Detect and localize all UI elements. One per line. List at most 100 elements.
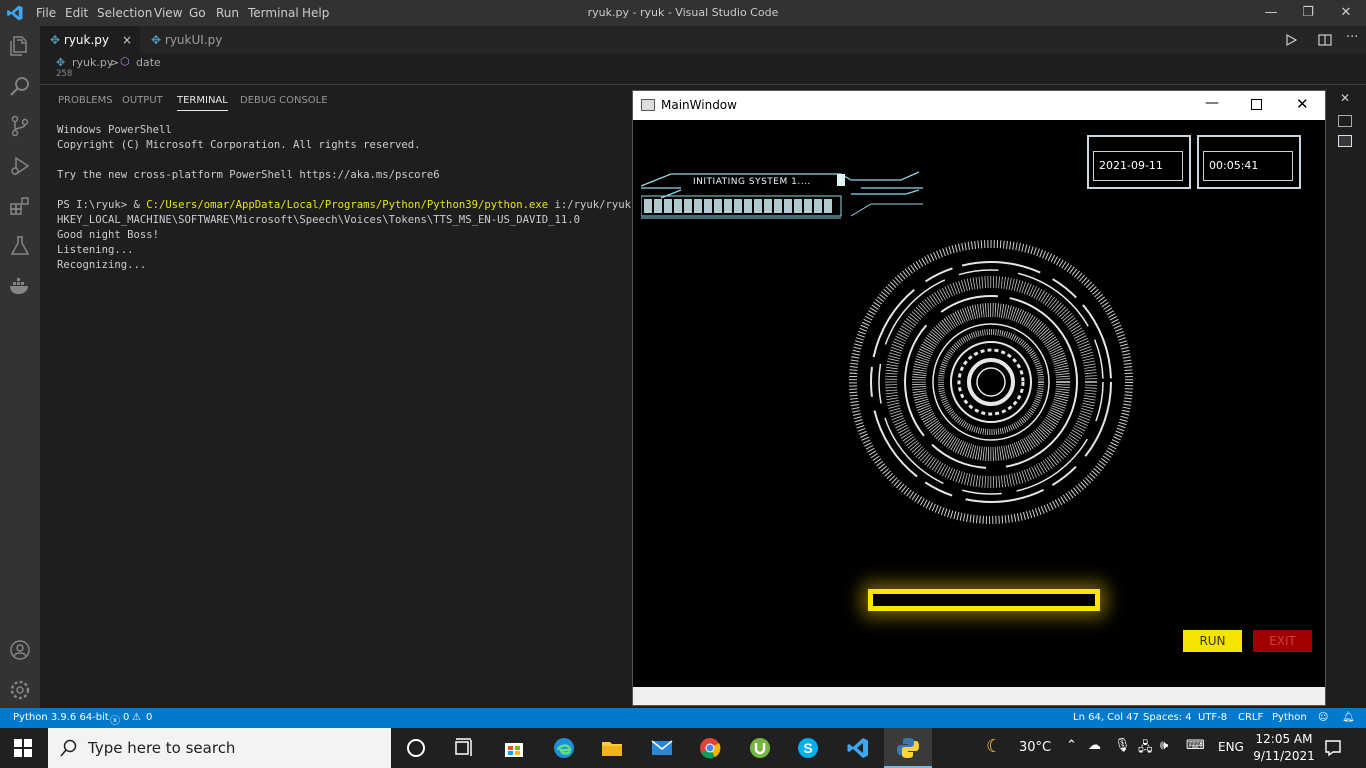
utorrent-icon[interactable] <box>748 736 772 760</box>
file-explorer-icon[interactable] <box>600 736 624 760</box>
terminal-line: Copyright (C) Microsoft Corporation. All… <box>57 139 421 151</box>
python-file-icon: ✥ <box>56 56 66 69</box>
main-window-titlebar: MainWindow — ✕ <box>633 91 1325 120</box>
mw-minimize-button[interactable]: — <box>1205 95 1219 111</box>
weather-moon-icon[interactable]: ☾ <box>986 736 1002 757</box>
onedrive-cloud-icon[interactable]: ☁ <box>1088 738 1101 753</box>
vscode-icon[interactable] <box>846 736 870 760</box>
line-number: 258 <box>56 69 73 79</box>
more-actions-icon[interactable]: ··· <box>1346 30 1358 45</box>
warning-icon[interactable]: ⚠ <box>132 712 141 723</box>
python-file-icon: ✥ <box>151 33 162 47</box>
skype-icon[interactable]: S <box>796 736 820 760</box>
mw-maximize-button[interactable] <box>1251 99 1262 110</box>
clock-date: 9/11/2021 <box>1253 749 1315 763</box>
manage-gear-icon[interactable] <box>8 678 32 702</box>
search-icon[interactable] <box>8 74 32 98</box>
python-file-icon: ✥ <box>50 33 61 47</box>
mail-icon[interactable] <box>650 736 674 760</box>
terminal-instance-icon[interactable] <box>1338 135 1352 147</box>
chrome-icon[interactable] <box>698 736 722 760</box>
warning-count[interactable]: 0 <box>146 712 152 723</box>
testing-icon[interactable] <box>8 234 32 258</box>
run-debug-icon[interactable] <box>8 154 32 178</box>
time-display: 00:05:41 <box>1203 151 1293 181</box>
notifications-bell-icon[interactable]: 🔔︎ <box>1342 712 1355 723</box>
system-clock[interactable]: 12:05 AM 9/11/2021 <box>1252 731 1316 765</box>
terminal-prompt: PS I:\ryuk> & <box>57 199 147 211</box>
breadcrumb-symbol[interactable]: date <box>136 56 161 69</box>
tab-ryuk-py[interactable]: ✥ ryuk.py × <box>40 26 140 54</box>
mw-close-button[interactable]: ✕ <box>1296 95 1309 113</box>
breadcrumb-file[interactable]: ryuk.py <box>72 56 113 69</box>
breadcrumb: ✥ ryuk.py > ⬡ date <box>40 54 1366 74</box>
line-ending[interactable]: CRLF <box>1238 712 1263 723</box>
cursor-position[interactable]: Ln 64, Col 47 <box>1073 712 1139 723</box>
symbol-icon: ⬡ <box>120 55 130 68</box>
tab-output[interactable]: OUTPUT <box>122 95 163 106</box>
chevron-up-icon[interactable]: ⌃ <box>1066 738 1077 753</box>
indentation[interactable]: Spaces: 4 <box>1143 712 1192 723</box>
main-window-content: INITIATING SYSTEM 1.... 2021-09-11 00:05… <box>633 120 1325 687</box>
taskbar-search-box[interactable]: Type here to search <box>48 728 391 768</box>
terminal-output[interactable]: Windows PowerShell Copyright (C) Microsof… <box>57 123 650 273</box>
input-language[interactable]: ENG <box>1218 740 1244 754</box>
exit-button[interactable]: EXIT <box>1253 630 1312 652</box>
run-button[interactable]: RUN <box>1183 630 1242 652</box>
split-editor-icon[interactable] <box>1318 33 1332 47</box>
feedback-icon[interactable]: ☺ <box>1318 712 1328 723</box>
python-interpreter[interactable]: Python 3.9.6 64-bit <box>13 712 109 723</box>
close-panel-icon[interactable]: ✕ <box>1340 91 1350 105</box>
weather-temperature[interactable]: 30°C <box>1019 740 1051 755</box>
tab-label: ryukUI.py <box>164 33 223 47</box>
main-window-statusbar <box>633 687 1325 705</box>
tab-terminal[interactable]: TERMINAL <box>177 95 228 111</box>
edge-icon[interactable] <box>552 736 576 760</box>
app-window-icon <box>641 99 655 111</box>
search-icon <box>60 739 77 757</box>
status-bar: Python 3.9.6 64-bit ⓧ 0 ⚠ 0 Ln 64, Col 4… <box>0 708 1366 728</box>
tab-ryukui-py[interactable]: ✥ ryukUI.py <box>141 26 241 54</box>
main-window: MainWindow — ✕ INITIATING SYSTEM 1.... 2… <box>632 90 1326 706</box>
tab-problems[interactable]: PROBLEMS <box>58 95 113 106</box>
taskbar: Type here to search S ☾ 30°C ⌃ ☁ 🎙︎ 🖧 🕪 … <box>0 728 1366 768</box>
terminal-line: Try the new cross-platform PowerShell ht… <box>57 169 440 181</box>
error-count[interactable]: 0 <box>123 712 129 723</box>
terminal-instance-icon[interactable] <box>1338 115 1352 127</box>
error-icon[interactable]: ⓧ <box>110 712 120 727</box>
terminal-command-line: PS I:\ryuk> & C:/Users/omar/AppData/Loca… <box>57 198 650 213</box>
terminal-line: HKEY_LOCAL_MACHINE\SOFTWARE\Microsoft\Sp… <box>57 214 580 226</box>
language-mode[interactable]: Python <box>1272 712 1307 723</box>
microphone-icon[interactable]: 🎙︎ <box>1114 738 1131 753</box>
volume-icon[interactable]: 🕪 <box>1160 738 1168 753</box>
docker-icon[interactable] <box>8 274 32 298</box>
title-bar: File Edit Selection View Go Run Terminal… <box>0 0 1366 26</box>
store-icon[interactable] <box>502 736 526 760</box>
activity-bar <box>0 26 40 708</box>
source-control-icon[interactable] <box>8 114 32 138</box>
clock-time: 12:05 AM <box>1255 732 1313 746</box>
run-file-icon[interactable] <box>1284 33 1298 47</box>
active-python-task[interactable] <box>884 728 932 768</box>
tab-debug-console[interactable]: DEBUG CONSOLE <box>240 95 328 106</box>
cortana-icon[interactable] <box>404 736 428 760</box>
close-window-button[interactable]: ✕ <box>1323 2 1366 24</box>
account-icon[interactable] <box>8 638 32 662</box>
encoding[interactable]: UTF-8 <box>1198 712 1227 723</box>
terminal-line: Listening... <box>57 244 134 256</box>
window-title: ryuk.py - ryuk - Visual Studio Code <box>587 6 779 19</box>
terminal-line: Windows PowerShell <box>57 124 172 136</box>
initiating-system-text: INITIATING SYSTEM 1.... <box>693 177 811 187</box>
network-icon[interactable]: 🖧 <box>1138 738 1153 760</box>
explorer-icon[interactable] <box>8 34 32 58</box>
keyboard-icon[interactable]: ⌨ <box>1186 738 1205 753</box>
date-display: 2021-09-11 <box>1093 151 1183 181</box>
extensions-icon[interactable] <box>8 194 32 218</box>
close-tab-icon[interactable]: × <box>122 26 132 54</box>
windows-start-icon[interactable] <box>14 739 32 757</box>
task-view-icon[interactable] <box>452 736 476 760</box>
date-display-box: 2021-09-11 <box>1087 135 1191 189</box>
editor-tabs: ✥ ryuk.py × ✥ ryukUI.py ··· <box>40 26 1366 54</box>
python-icon <box>897 738 919 758</box>
action-center-icon[interactable] <box>1324 739 1342 757</box>
